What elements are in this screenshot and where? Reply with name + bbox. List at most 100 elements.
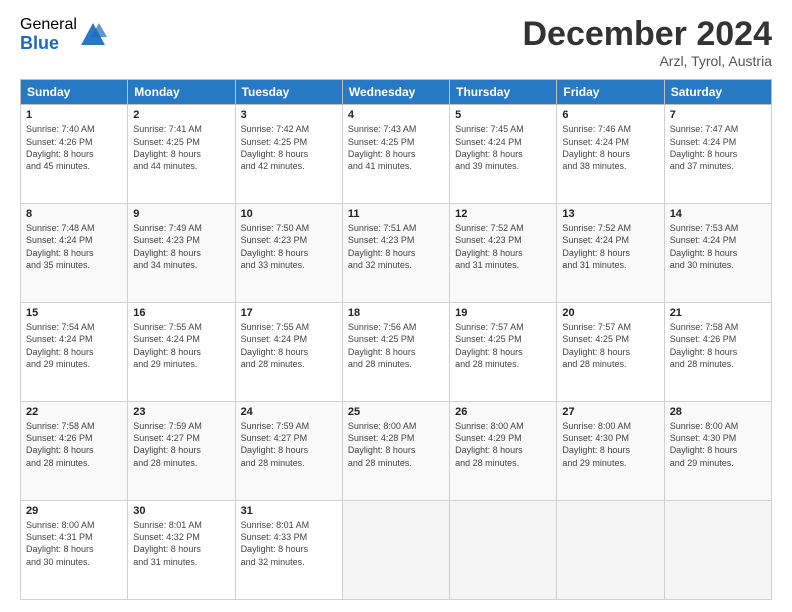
location-title: Arzl, Tyrol, Austria <box>522 53 772 69</box>
day-info: Sunrise: 8:01 AM Sunset: 4:33 PM Dayligh… <box>241 519 337 568</box>
day-info: Sunrise: 7:40 AM Sunset: 4:26 PM Dayligh… <box>26 123 122 172</box>
day-number: 10 <box>241 208 337 220</box>
day-info: Sunrise: 8:00 AM Sunset: 4:30 PM Dayligh… <box>670 420 766 469</box>
logo-icon <box>79 21 107 49</box>
month-title: December 2024 <box>522 16 772 53</box>
cell-w2-d5: 12 Sunrise: 7:52 AM Sunset: 4:23 PM Dayli… <box>450 204 557 303</box>
cell-w1-d2: 2Sunrise: 7:41 AM Sunset: 4:25 PM Daylig… <box>128 105 235 204</box>
cell-w4-d6: 27Sunrise: 8:00 AM Sunset: 4:30 PM Dayli… <box>557 402 664 501</box>
day-info: Sunrise: 7:50 AM Sunset: 4:23 PM Dayligh… <box>241 222 337 271</box>
day-info: Sunrise: 7:52 AM Sunset: 4:23 PM Dayligh… <box>455 222 551 271</box>
cell-w3-d5: 19Sunrise: 7:57 AM Sunset: 4:25 PM Dayli… <box>450 303 557 402</box>
day-info: Sunrise: 7:42 AM Sunset: 4:25 PM Dayligh… <box>241 123 337 172</box>
cell-w2-d1: 8Sunrise: 7:48 AM Sunset: 4:24 PM Daylig… <box>21 204 128 303</box>
day-info: Sunrise: 7:52 AM Sunset: 4:24 PM Dayligh… <box>562 222 658 271</box>
cell-w1-d7: 7 Sunrise: 7:47 AM Sunset: 4:24 PM Daylig… <box>664 105 771 204</box>
day-info: Sunrise: 7:54 AM Sunset: 4:24 PM Dayligh… <box>26 321 122 370</box>
day-info: Sunrise: 8:00 AM Sunset: 4:31 PM Dayligh… <box>26 519 122 568</box>
cell-w3-d7: 21Sunrise: 7:58 AM Sunset: 4:26 PM Dayli… <box>664 303 771 402</box>
day-number: 8 <box>26 208 122 220</box>
day-info: Sunrise: 8:00 AM Sunset: 4:29 PM Dayligh… <box>455 420 551 469</box>
day-number: 5 <box>455 109 551 121</box>
col-friday: Friday <box>557 80 664 105</box>
day-number: 3 <box>241 109 337 121</box>
day-number: 18 <box>348 307 444 319</box>
cell-w2-d7: 14 Sunrise: 7:53 AM Sunset: 4:24 PM Dayli… <box>664 204 771 303</box>
day-number: 31 <box>241 505 337 517</box>
logo-text: General Blue <box>20 16 77 53</box>
header: General Blue December 2024 Arzl, Tyrol, … <box>20 16 772 69</box>
title-area: December 2024 Arzl, Tyrol, Austria <box>522 16 772 69</box>
cell-w3-d2: 16Sunrise: 7:55 AM Sunset: 4:24 PM Dayli… <box>128 303 235 402</box>
cell-w5-d3: 31 Sunrise: 8:01 AM Sunset: 4:33 PM Dayli… <box>235 501 342 600</box>
cell-w3-d4: 18 Sunrise: 7:56 AM Sunset: 4:25 PM Dayli… <box>342 303 449 402</box>
col-monday: Monday <box>128 80 235 105</box>
day-info: Sunrise: 7:53 AM Sunset: 4:24 PM Dayligh… <box>670 222 766 271</box>
week-row-5: 29 Sunrise: 8:00 AM Sunset: 4:31 PM Dayli… <box>21 501 772 600</box>
calendar-page: General Blue December 2024 Arzl, Tyrol, … <box>0 0 792 612</box>
day-number: 19 <box>455 307 551 319</box>
day-number: 21 <box>670 307 766 319</box>
calendar-body: 1Sunrise: 7:40 AM Sunset: 4:26 PM Daylig… <box>21 105 772 600</box>
day-info: Sunrise: 7:49 AM Sunset: 4:23 PM Dayligh… <box>133 222 229 271</box>
cell-w2-d6: 13 Sunrise: 7:52 AM Sunset: 4:24 PM Dayli… <box>557 204 664 303</box>
day-number: 26 <box>455 406 551 418</box>
day-info: Sunrise: 7:59 AM Sunset: 4:27 PM Dayligh… <box>133 420 229 469</box>
cell-w5-d1: 29 Sunrise: 8:00 AM Sunset: 4:31 PM Dayli… <box>21 501 128 600</box>
day-number: 14 <box>670 208 766 220</box>
day-number: 12 <box>455 208 551 220</box>
cell-w1-d5: 5 Sunrise: 7:45 AM Sunset: 4:24 PM Daylig… <box>450 105 557 204</box>
day-number: 29 <box>26 505 122 517</box>
logo-blue: Blue <box>20 34 77 54</box>
days-row: Sunday Monday Tuesday Wednesday Thursday… <box>21 80 772 105</box>
cell-w5-d5 <box>450 501 557 600</box>
calendar-header: Sunday Monday Tuesday Wednesday Thursday… <box>21 80 772 105</box>
col-thursday: Thursday <box>450 80 557 105</box>
day-info: Sunrise: 7:59 AM Sunset: 4:27 PM Dayligh… <box>241 420 337 469</box>
day-number: 30 <box>133 505 229 517</box>
cell-w3-d6: 20 Sunrise: 7:57 AM Sunset: 4:25 PM Dayli… <box>557 303 664 402</box>
cell-w2-d4: 11Sunrise: 7:51 AM Sunset: 4:23 PM Dayli… <box>342 204 449 303</box>
day-number: 20 <box>562 307 658 319</box>
col-tuesday: Tuesday <box>235 80 342 105</box>
day-number: 24 <box>241 406 337 418</box>
day-info: Sunrise: 7:56 AM Sunset: 4:25 PM Dayligh… <box>348 321 444 370</box>
cell-w4-d5: 26 Sunrise: 8:00 AM Sunset: 4:29 PM Dayli… <box>450 402 557 501</box>
cell-w1-d3: 3 Sunrise: 7:42 AM Sunset: 4:25 PM Daylig… <box>235 105 342 204</box>
day-info: Sunrise: 7:45 AM Sunset: 4:24 PM Dayligh… <box>455 123 551 172</box>
cell-w1-d1: 1Sunrise: 7:40 AM Sunset: 4:26 PM Daylig… <box>21 105 128 204</box>
day-info: Sunrise: 8:00 AM Sunset: 4:30 PM Dayligh… <box>562 420 658 469</box>
day-number: 13 <box>562 208 658 220</box>
day-info: Sunrise: 8:00 AM Sunset: 4:28 PM Dayligh… <box>348 420 444 469</box>
cell-w3-d3: 17Sunrise: 7:55 AM Sunset: 4:24 PM Dayli… <box>235 303 342 402</box>
day-info: Sunrise: 7:55 AM Sunset: 4:24 PM Dayligh… <box>133 321 229 370</box>
col-saturday: Saturday <box>664 80 771 105</box>
col-wednesday: Wednesday <box>342 80 449 105</box>
day-info: Sunrise: 7:47 AM Sunset: 4:24 PM Dayligh… <box>670 123 766 172</box>
day-number: 2 <box>133 109 229 121</box>
logo-general: General <box>20 16 77 34</box>
day-info: Sunrise: 7:55 AM Sunset: 4:24 PM Dayligh… <box>241 321 337 370</box>
cell-w4-d4: 25Sunrise: 8:00 AM Sunset: 4:28 PM Dayli… <box>342 402 449 501</box>
cell-w5-d6 <box>557 501 664 600</box>
cell-w3-d1: 15Sunrise: 7:54 AM Sunset: 4:24 PM Dayli… <box>21 303 128 402</box>
day-info: Sunrise: 7:46 AM Sunset: 4:24 PM Dayligh… <box>562 123 658 172</box>
week-row-1: 1Sunrise: 7:40 AM Sunset: 4:26 PM Daylig… <box>21 105 772 204</box>
week-row-4: 22Sunrise: 7:58 AM Sunset: 4:26 PM Dayli… <box>21 402 772 501</box>
week-row-2: 8Sunrise: 7:48 AM Sunset: 4:24 PM Daylig… <box>21 204 772 303</box>
day-info: Sunrise: 7:51 AM Sunset: 4:23 PM Dayligh… <box>348 222 444 271</box>
day-number: 7 <box>670 109 766 121</box>
day-number: 28 <box>670 406 766 418</box>
cell-w2-d3: 10 Sunrise: 7:50 AM Sunset: 4:23 PM Dayli… <box>235 204 342 303</box>
cell-w4-d1: 22Sunrise: 7:58 AM Sunset: 4:26 PM Dayli… <box>21 402 128 501</box>
day-info: Sunrise: 7:57 AM Sunset: 4:25 PM Dayligh… <box>562 321 658 370</box>
day-number: 6 <box>562 109 658 121</box>
day-number: 9 <box>133 208 229 220</box>
day-number: 22 <box>26 406 122 418</box>
cell-w5-d4 <box>342 501 449 600</box>
cell-w4-d3: 24 Sunrise: 7:59 AM Sunset: 4:27 PM Dayli… <box>235 402 342 501</box>
day-number: 23 <box>133 406 229 418</box>
cell-w1-d4: 4Sunrise: 7:43 AM Sunset: 4:25 PM Daylig… <box>342 105 449 204</box>
day-number: 4 <box>348 109 444 121</box>
week-row-3: 15Sunrise: 7:54 AM Sunset: 4:24 PM Dayli… <box>21 303 772 402</box>
